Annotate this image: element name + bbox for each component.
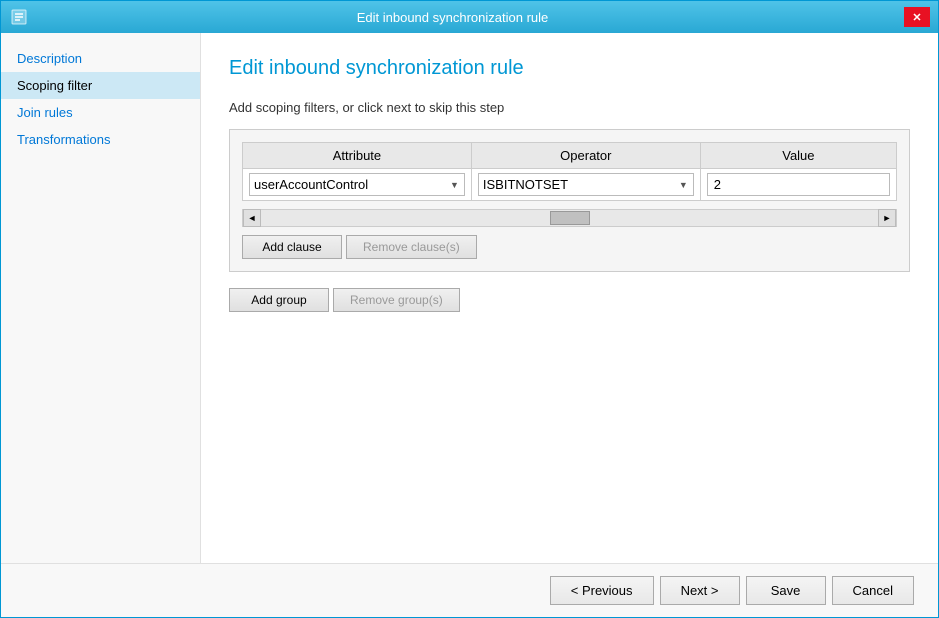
scroll-left-arrow[interactable]: ◄: [243, 209, 261, 227]
col-attribute: Attribute: [243, 143, 472, 169]
col-value: Value: [700, 143, 896, 169]
scroll-thumb[interactable]: [550, 211, 590, 225]
group-buttons: Add group Remove group(s): [229, 288, 910, 312]
title-bar-text: Edit inbound synchronization rule: [1, 10, 904, 25]
remove-clauses-button[interactable]: Remove clause(s): [346, 235, 477, 259]
scroll-right-arrow[interactable]: ►: [878, 209, 896, 227]
sidebar-item-transformations[interactable]: Transformations: [1, 126, 200, 153]
page-title: Edit inbound synchronization rule: [229, 57, 910, 80]
title-bar: Edit inbound synchronization rule ✕: [1, 1, 938, 33]
close-button[interactable]: ✕: [904, 7, 930, 27]
attribute-select[interactable]: userAccountControl: [249, 173, 465, 196]
remove-groups-button[interactable]: Remove group(s): [333, 288, 460, 312]
filter-box: Attribute Operator Value userAccountCont…: [229, 129, 910, 272]
save-button[interactable]: Save: [746, 576, 826, 605]
instruction-text: Add scoping filters, or click next to sk…: [229, 100, 910, 115]
add-clause-button[interactable]: Add clause: [242, 235, 342, 259]
filter-table: Attribute Operator Value userAccountCont…: [242, 142, 897, 201]
next-button[interactable]: Next >: [660, 576, 740, 605]
scroll-track[interactable]: [261, 210, 878, 226]
sidebar-item-join-rules[interactable]: Join rules: [1, 99, 200, 126]
main-window: Edit inbound synchronization rule ✕ Desc…: [0, 0, 939, 618]
operator-select-wrapper: ISBITNOTSET: [478, 173, 694, 196]
operator-select[interactable]: ISBITNOTSET: [478, 173, 694, 196]
attribute-select-wrapper: userAccountControl: [249, 173, 465, 196]
footer: < Previous Next > Save Cancel: [1, 563, 938, 617]
value-input[interactable]: [707, 173, 890, 196]
col-operator: Operator: [471, 143, 700, 169]
horizontal-scrollbar[interactable]: ◄ ►: [242, 209, 897, 227]
add-group-button[interactable]: Add group: [229, 288, 329, 312]
main-content: Edit inbound synchronization rule Add sc…: [201, 33, 938, 563]
sidebar-item-description[interactable]: Description: [1, 45, 200, 72]
sidebar: Description Scoping filter Join rules Tr…: [1, 33, 201, 563]
content-area: Description Scoping filter Join rules Tr…: [1, 33, 938, 563]
clause-buttons: Add clause Remove clause(s): [242, 235, 897, 259]
sidebar-item-scoping-filter[interactable]: Scoping filter: [1, 72, 200, 99]
filter-row: userAccountControl ISBITNOTSET: [243, 169, 897, 201]
cancel-button[interactable]: Cancel: [832, 576, 914, 605]
previous-button[interactable]: < Previous: [550, 576, 654, 605]
